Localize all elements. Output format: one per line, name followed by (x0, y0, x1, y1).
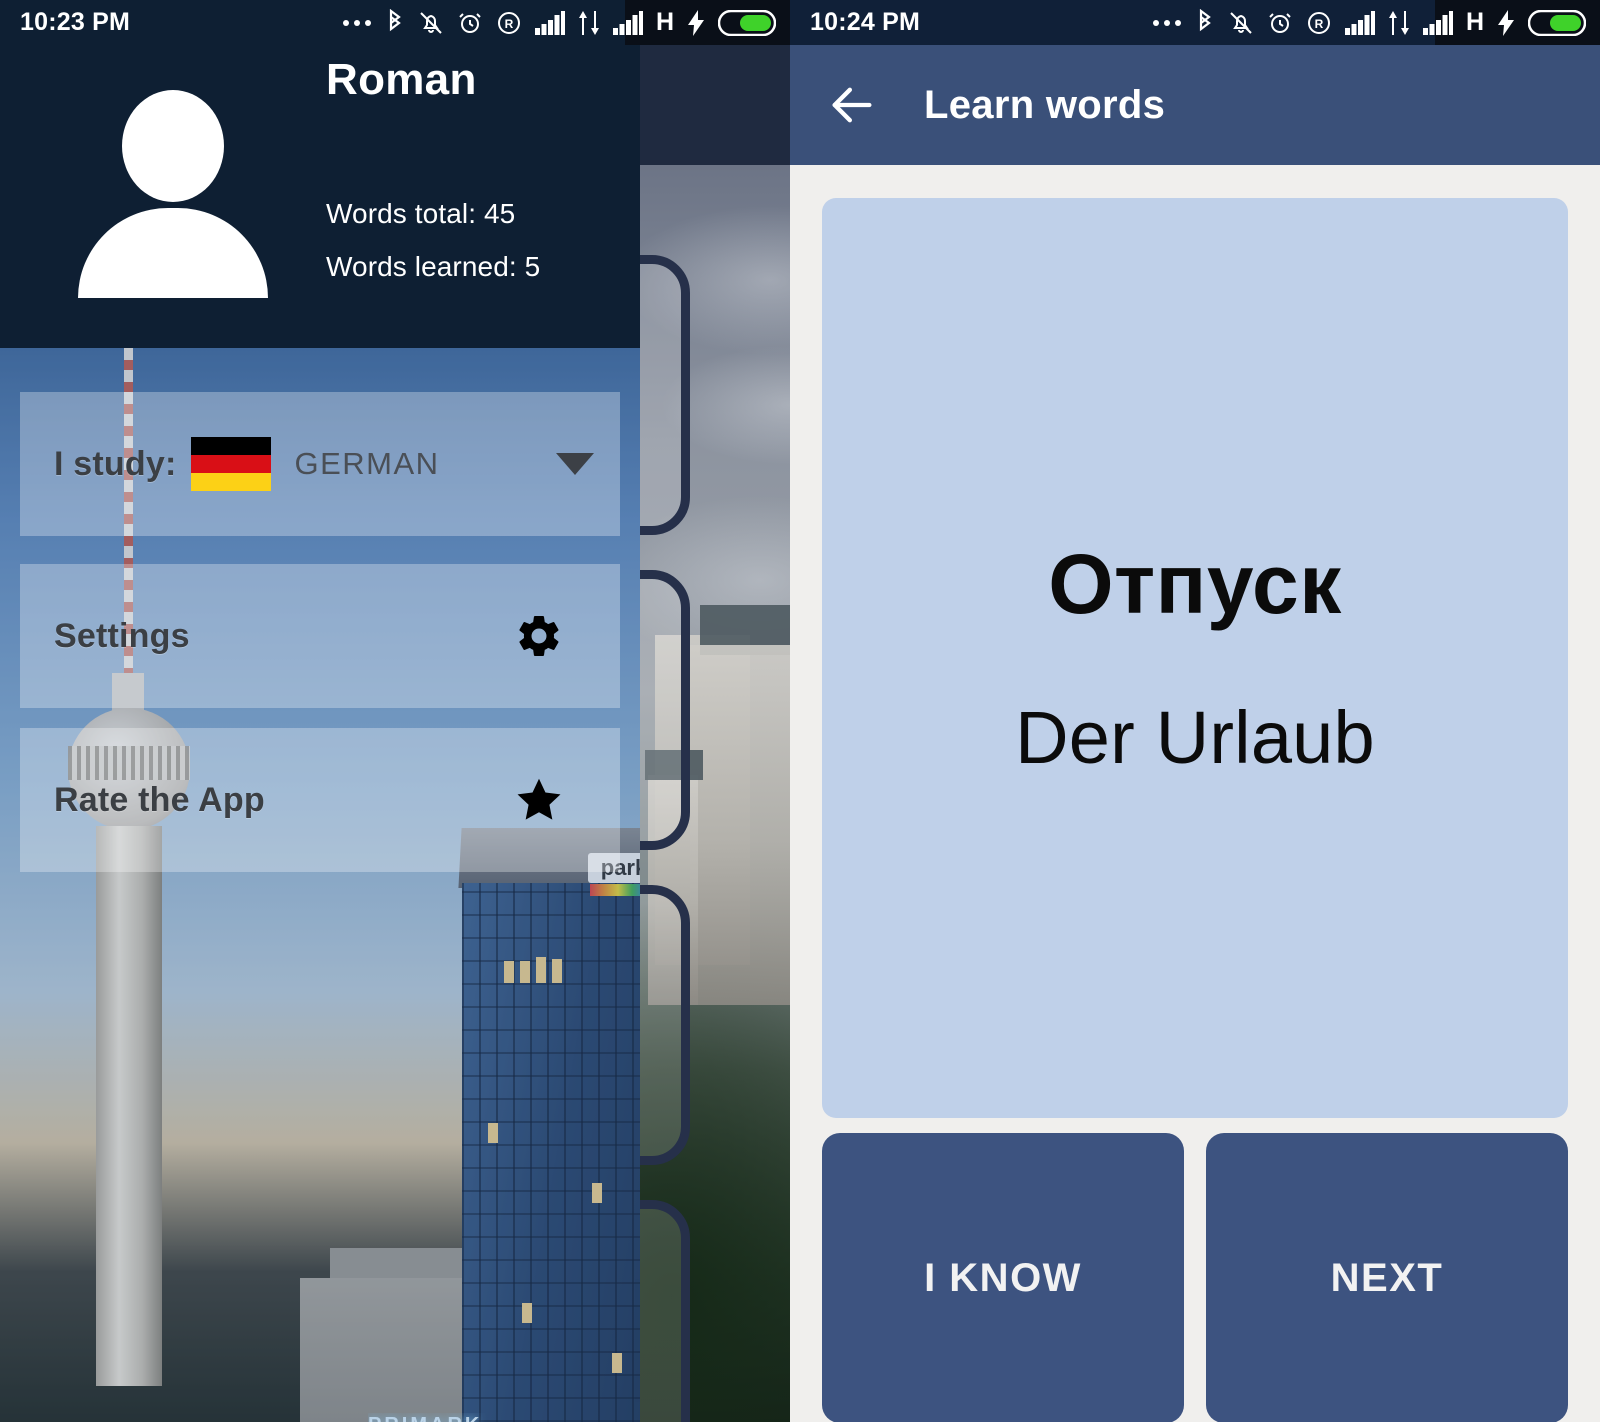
drawer-item-rate-the-app[interactable]: Rate the App (20, 728, 620, 872)
settings-label: Settings (54, 616, 190, 655)
svg-text:R: R (1315, 17, 1324, 31)
status-bar-time: 10:24 PM (810, 8, 920, 36)
right-phone-panel: Отпуск Der Urlaub I KNOW NEXT Learn word… (790, 0, 1600, 1422)
alarm-clock-icon (457, 10, 483, 36)
signal-bars-2-icon (612, 10, 643, 35)
gear-icon (514, 611, 564, 661)
chevron-down-icon[interactable] (556, 453, 594, 475)
selected-language-value: GERMAN (294, 446, 440, 481)
bluetooth-icon (385, 8, 405, 37)
words-learned-text: Words learned: 5 (326, 251, 541, 282)
signal-bars-1-icon (1344, 10, 1375, 35)
battery-icon (1528, 9, 1586, 36)
svg-text:R: R (505, 17, 514, 31)
back-arrow-icon[interactable] (826, 79, 878, 131)
right-status-bar: 10:24 PM R H (790, 0, 1600, 45)
signal-bars-1-icon (534, 10, 565, 35)
word-card[interactable]: Отпуск Der Urlaub (822, 198, 1568, 1118)
star-icon (514, 775, 564, 825)
status-bar-icons: R H (342, 8, 776, 37)
status-bar-time: 10:23 PM (20, 8, 130, 36)
mute-bell-icon (418, 10, 444, 36)
drawer-item-settings[interactable]: Settings (20, 564, 620, 708)
left-status-bar: 10:23 PM R H (0, 0, 790, 45)
person-avatar-icon (78, 90, 268, 298)
roaming-r-icon: R (496, 10, 522, 36)
rate-the-app-label: Rate the App (54, 780, 265, 819)
hspa-h-icon: H (1465, 8, 1484, 36)
germany-flag-icon (190, 437, 271, 491)
user-name: Roman (326, 55, 477, 104)
drawer-item-i-study[interactable]: I study: GERMAN (20, 392, 620, 536)
words-total-text: Words total: 45 (326, 198, 516, 229)
charging-bolt-icon (687, 9, 705, 36)
hspa-h-icon: H (655, 8, 674, 36)
learn-words-content: Отпуск Der Urlaub I KNOW NEXT (790, 165, 1600, 1422)
data-transfer-icon (578, 10, 600, 35)
roaming-r-icon: R (1306, 10, 1332, 36)
charging-bolt-icon (1497, 9, 1515, 36)
i-study-label: I study: (54, 444, 177, 483)
bluetooth-icon (1195, 8, 1215, 37)
foreign-word: Der Urlaub (1015, 696, 1375, 779)
action-button-row: I KNOW NEXT (822, 1133, 1568, 1422)
data-transfer-icon (1388, 10, 1410, 35)
status-bar-icons: R H (1152, 8, 1586, 37)
app-bar-title: Learn words (924, 82, 1166, 127)
navigation-drawer: park PRIMARK CCC CCC (0, 0, 640, 1422)
i-know-button[interactable]: I KNOW (822, 1133, 1184, 1422)
drawer-header: Roman Words total: 45 Words learned: 5 (0, 0, 640, 348)
alarm-clock-icon (1267, 10, 1293, 36)
mute-bell-icon (1228, 10, 1254, 36)
learn-words-app-bar: Learn words (790, 45, 1600, 165)
next-button[interactable]: NEXT (1206, 1133, 1568, 1422)
signal-bars-2-icon (1422, 10, 1453, 35)
native-word: Отпуск (1048, 537, 1342, 631)
battery-icon (718, 9, 776, 36)
more-dots-icon (1152, 18, 1182, 28)
left-phone-panel: park PRIMARK CCC CCC (0, 0, 790, 1422)
screenshot-root: park PRIMARK CCC CCC (0, 0, 1600, 1422)
more-dots-icon (342, 18, 372, 28)
